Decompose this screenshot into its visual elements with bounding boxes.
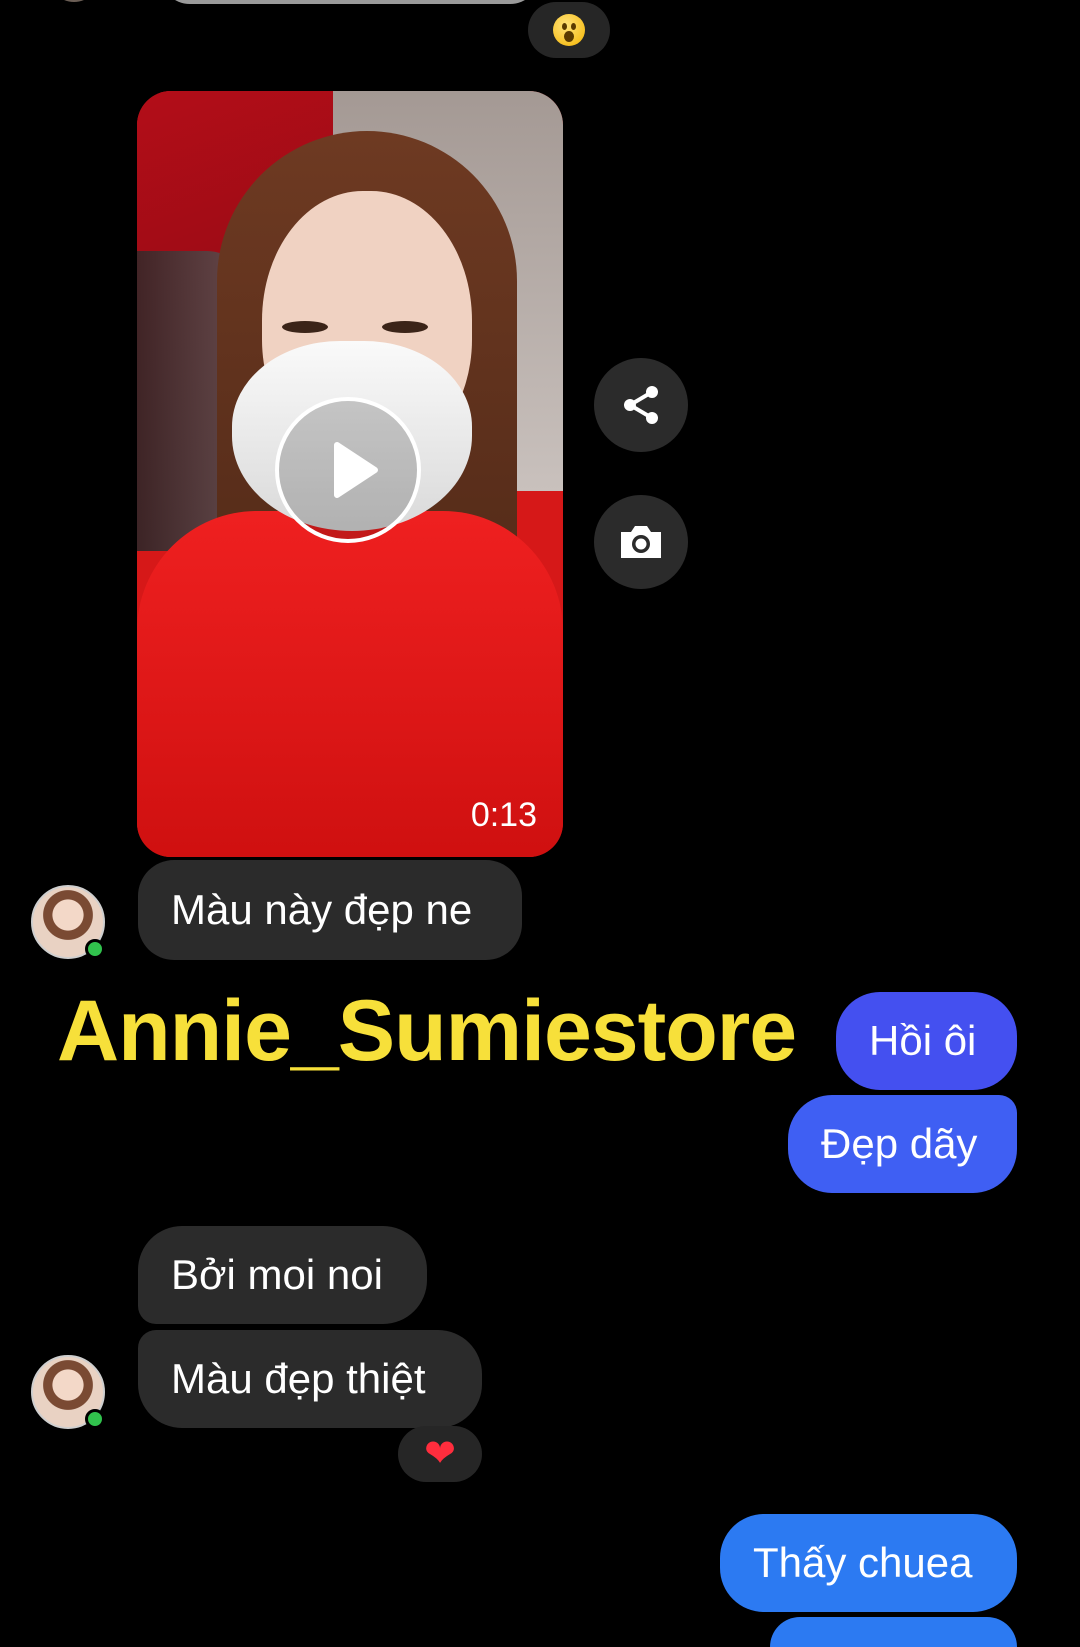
share-icon <box>624 386 658 424</box>
incoming-message[interactable]: Màu này đẹp ne <box>138 860 522 960</box>
message-text: Đẹp dãy <box>821 1120 978 1167</box>
online-status-dot <box>85 939 105 959</box>
heart-reaction[interactable]: ❤ <box>398 1426 482 1482</box>
incoming-message[interactable]: Bởi moi noi <box>138 1226 427 1324</box>
watermark-text: Annie_Sumiestore <box>57 983 797 1079</box>
outgoing-message[interactable]: Đẹp dãy <box>788 1095 1017 1193</box>
share-button[interactable] <box>594 358 688 452</box>
wow-reaction[interactable] <box>528 2 610 58</box>
outgoing-message-remnant[interactable] <box>770 1617 1017 1647</box>
outgoing-message[interactable]: Thấy chuea <box>720 1514 1017 1612</box>
contact-avatar[interactable] <box>31 885 105 959</box>
avatar-remnant <box>48 0 100 2</box>
camera-icon <box>621 526 661 558</box>
previous-media-remnant[interactable] <box>160 0 540 4</box>
message-text: Hồi ôi <box>869 1017 977 1064</box>
message-text: Màu này đẹp ne <box>171 886 473 933</box>
play-icon <box>334 442 378 498</box>
contact-avatar[interactable] <box>31 1355 105 1429</box>
message-text: Bởi moi noi <box>171 1251 383 1298</box>
online-status-dot <box>85 1409 105 1429</box>
video-duration: 0:13 <box>470 796 537 834</box>
video-thumbnail-eye <box>282 321 328 333</box>
video-thumbnail-eye <box>382 321 428 333</box>
message-text: Màu đẹp thiệt <box>171 1355 426 1402</box>
outgoing-message[interactable]: Hồi ôi <box>836 992 1017 1090</box>
camera-button[interactable] <box>594 495 688 589</box>
incoming-message[interactable]: Màu đẹp thiệt <box>138 1330 482 1428</box>
heart-icon: ❤ <box>424 1433 456 1475</box>
play-button[interactable] <box>275 397 421 543</box>
message-text: Thấy chuea <box>753 1539 973 1586</box>
wow-emoji-icon <box>553 14 585 46</box>
video-message[interactable]: 0:13 <box>137 91 563 857</box>
